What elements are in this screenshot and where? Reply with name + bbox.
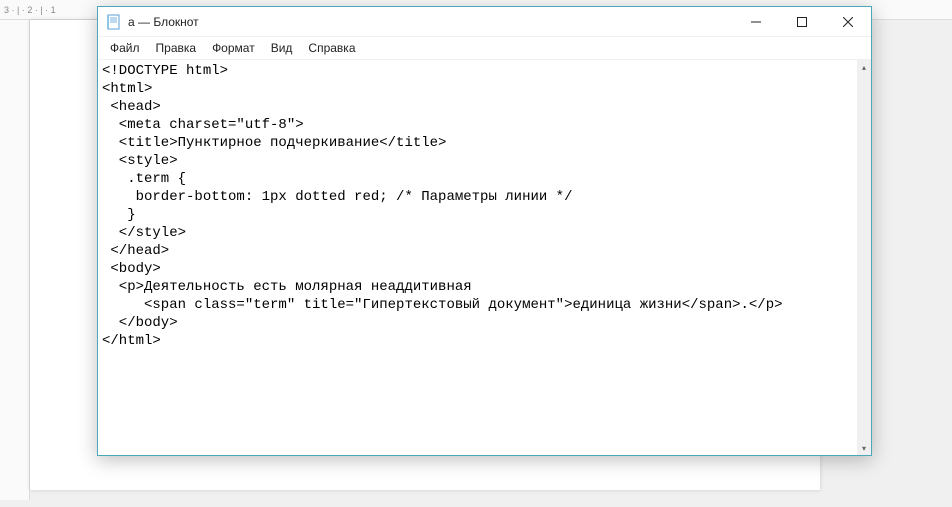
menu-file[interactable]: Файл <box>102 39 148 57</box>
minimize-button[interactable] <box>733 7 779 37</box>
titlebar[interactable]: a — Блокнот <box>98 7 871 37</box>
vertical-scrollbar[interactable]: ▴ ▾ <box>857 60 871 455</box>
menu-view[interactable]: Вид <box>263 39 301 57</box>
scroll-up-arrow-icon[interactable]: ▴ <box>857 60 871 74</box>
window-controls <box>733 7 871 36</box>
window-title: a — Блокнот <box>128 15 733 29</box>
editor-text-content[interactable]: <!DOCTYPE html> <html> <head> <meta char… <box>98 60 857 455</box>
bg-label-font: Шрифт <box>38 0 71 6</box>
menubar: Файл Правка Формат Вид Справка <box>98 37 871 59</box>
background-left-ruler <box>0 20 30 500</box>
menu-format[interactable]: Формат <box>204 39 263 57</box>
menu-help[interactable]: Справка <box>300 39 363 57</box>
menu-edit[interactable]: Правка <box>148 39 205 57</box>
editor-area[interactable]: <!DOCTYPE html> <html> <head> <meta char… <box>98 59 871 455</box>
close-icon <box>843 17 853 27</box>
bg-ruler-text: 3 · | · 2 · | · 1 <box>4 5 56 15</box>
maximize-button[interactable] <box>779 7 825 37</box>
scroll-down-arrow-icon[interactable]: ▾ <box>857 441 871 455</box>
minimize-icon <box>751 17 761 27</box>
notepad-icon <box>106 14 122 30</box>
close-button[interactable] <box>825 7 871 37</box>
notepad-window: a — Блокнот Файл Правка Формат Вид Справ… <box>97 6 872 456</box>
maximize-icon <box>797 17 807 27</box>
